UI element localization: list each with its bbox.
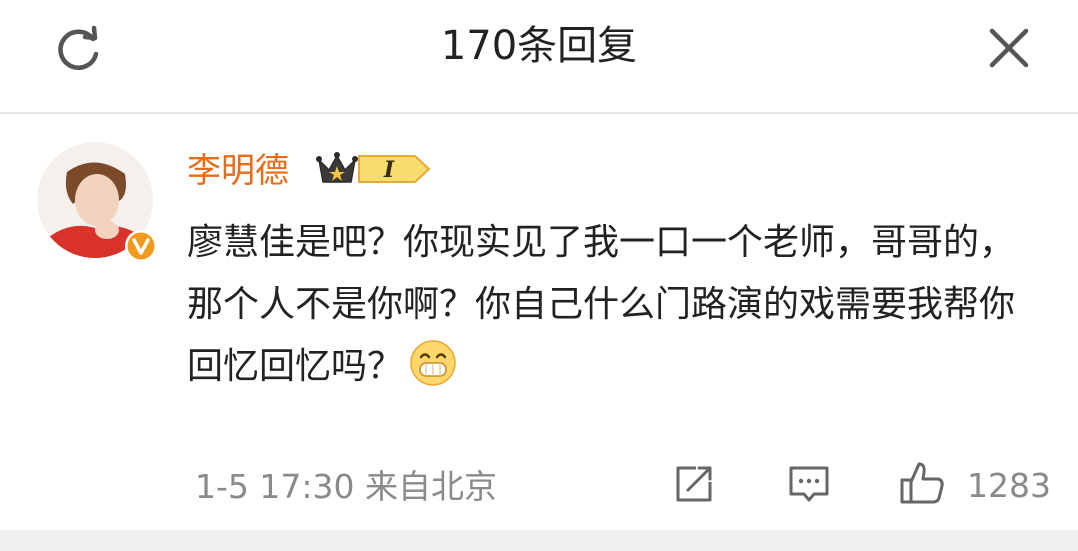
crown-icon bbox=[316, 152, 358, 183]
comment-body: 廖慧佳是吧？你现实见了我一口一个老师，哥哥的，那个人不是你啊？你自己什么门路演的… bbox=[187, 222, 1016, 387]
vip-level: I bbox=[383, 157, 395, 183]
comment-meta: 1-5 17:30 来自北京 bbox=[195, 467, 497, 506]
vip-badge[interactable]: I bbox=[315, 148, 433, 190]
like-count: 1283 bbox=[967, 466, 1051, 505]
comment-text: 廖慧佳是吧？你现实见了我一口一个老师，哥哥的，那个人不是你啊？你自己什么门路演的… bbox=[187, 212, 1047, 398]
grin-emoji-icon bbox=[410, 340, 456, 386]
bottom-separator bbox=[0, 530, 1078, 551]
reply-icon[interactable] bbox=[786, 462, 832, 506]
avatar[interactable] bbox=[37, 142, 157, 262]
thumbs-up-icon[interactable] bbox=[898, 460, 946, 506]
share-icon[interactable] bbox=[672, 462, 716, 506]
close-icon[interactable] bbox=[985, 24, 1033, 72]
header-bar: 170条回复 bbox=[0, 0, 1078, 96]
v-badge-icon bbox=[125, 230, 157, 262]
page-title: 170条回复 bbox=[440, 23, 638, 69]
header-divider bbox=[0, 112, 1078, 114]
username[interactable]: 李明德 bbox=[187, 148, 289, 194]
